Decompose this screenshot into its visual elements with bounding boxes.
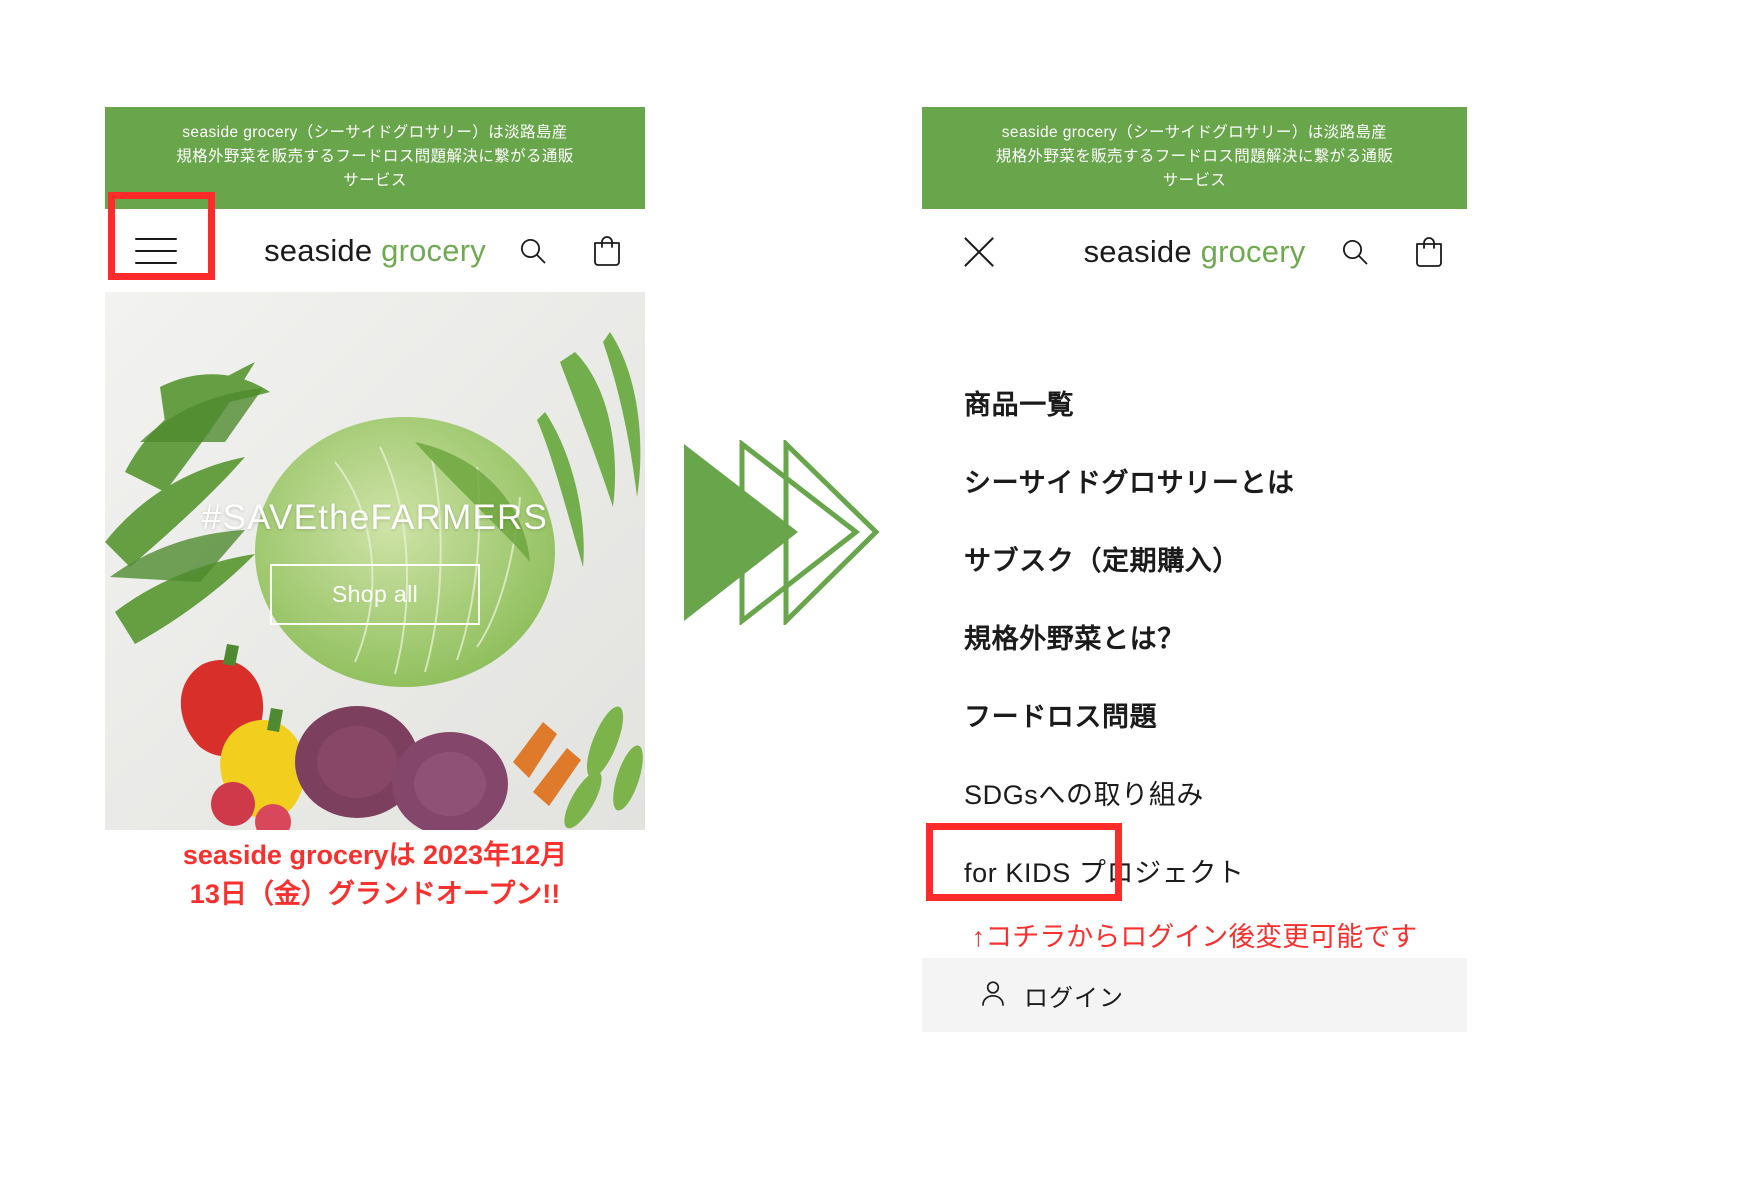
menu-item-about[interactable]: シーサイドグロサリーとは xyxy=(964,461,1467,500)
shop-all-button[interactable]: Shop all xyxy=(269,563,481,625)
menu-item-food-loss[interactable]: フードロス問題 xyxy=(964,695,1467,734)
hamburger-icon xyxy=(135,228,177,274)
logo-word-grocery: grocery xyxy=(381,232,486,268)
announcement-line-3: サービス xyxy=(343,172,407,190)
screenshot-canvas: seaside grocery（シーサイドグロサリー）は淡路島産 規格外野菜を販… xyxy=(0,0,1748,1181)
site-logo[interactable]: seaside grocery xyxy=(264,233,486,269)
close-icon xyxy=(959,232,999,272)
search-icon[interactable] xyxy=(517,235,549,267)
hamburger-menu-button[interactable] xyxy=(135,228,177,274)
site-logo[interactable]: seaside grocery xyxy=(1084,234,1306,270)
login-button[interactable]: ログイン xyxy=(922,958,1467,1033)
cart-icon[interactable] xyxy=(1413,235,1445,269)
left-annotation-text: seaside groceryは 2023年12月 13日（金）グランドオープン… xyxy=(105,836,645,914)
search-icon[interactable] xyxy=(1339,236,1371,268)
right-phone-panel: seaside grocery（シーサイドグロサリー）は淡路島産 規格外野菜を販… xyxy=(922,107,1467,1033)
announcement-bar: seaside grocery（シーサイドグロサリー）は淡路島産 規格外野菜を販… xyxy=(105,107,645,210)
navigation-drawer: 商品一覧 シーサイドグロサリーとは サブスク（定期購入） 規格外野菜とは？ フー… xyxy=(922,295,1467,890)
arrow-outline-2 xyxy=(783,438,880,627)
close-menu-button[interactable] xyxy=(959,232,999,272)
announcement-line-1: seaside grocery（シーサイドグロサリー）は淡路島産 xyxy=(182,124,568,141)
login-label: ログイン xyxy=(1024,984,1124,1012)
announcement-line-2: 規格外野菜を販売するフードロス問題解決に繋がる通販 xyxy=(176,148,574,166)
left-annotation-line-1: seaside groceryは 2023年12月 xyxy=(182,840,568,870)
user-icon xyxy=(980,979,1006,1012)
menu-item-nonstandard-vegetables[interactable]: 規格外野菜とは？ xyxy=(964,617,1467,656)
left-annotation-line-2: 13日（金）グランドオープン!! xyxy=(189,879,561,910)
announcement-bar-right: seaside grocery（シーサイドグロサリー）は淡路島産 規格外野菜を販… xyxy=(922,107,1467,210)
announcement-line-1: seaside grocery（シーサイドグロサリー）は淡路島産 xyxy=(1001,124,1388,141)
right-annotation-text: ↑コチラからログイン後変更可能です xyxy=(971,922,1418,952)
announcement-line-2: 規格外野菜を販売するフードロス問題解決に繋がる通販 xyxy=(995,148,1394,166)
announcement-line-3: サービス xyxy=(1162,172,1227,190)
menu-item-products[interactable]: 商品一覧 xyxy=(964,383,1467,422)
menu-item-sdgs[interactable]: SDGsへの取り組み xyxy=(964,773,1467,812)
hero-banner[interactable]: #SAVEtheFARMERS Shop all xyxy=(105,292,645,831)
menu-item-for-kids[interactable]: for KIDS プロジェクト xyxy=(964,851,1467,890)
logo-word-grocery: grocery xyxy=(1200,234,1306,270)
left-phone-panel: seaside grocery（シーサイドグロサリー）は淡路島産 規格外野菜を販… xyxy=(105,107,645,831)
site-header: seaside grocery xyxy=(105,209,645,293)
hero-title: #SAVEtheFARMERS xyxy=(201,497,549,537)
logo-word-seaside: seaside xyxy=(1083,234,1192,270)
site-header-drawer: seaside grocery xyxy=(922,209,1467,296)
logo-word-seaside: seaside xyxy=(264,232,373,268)
menu-item-subscription[interactable]: サブスク（定期購入） xyxy=(964,539,1467,578)
transition-arrows xyxy=(680,438,880,627)
cart-icon[interactable] xyxy=(591,234,623,268)
